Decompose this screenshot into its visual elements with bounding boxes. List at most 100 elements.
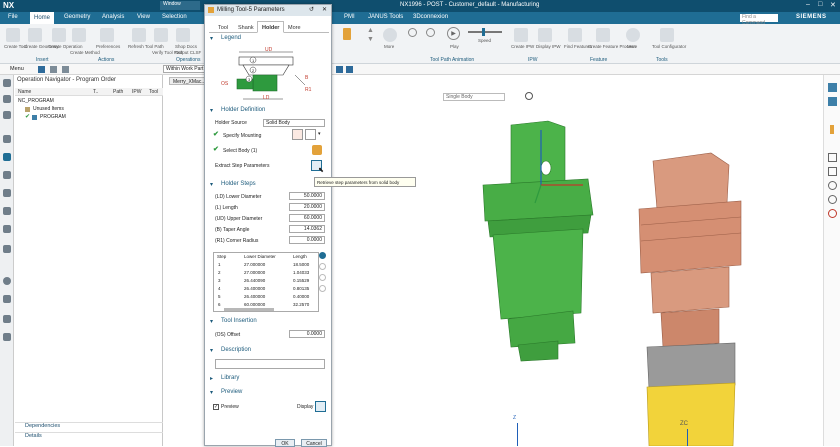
table-row-3-step[interactable]: 3 [218,278,221,283]
menu-view[interactable]: View [137,14,150,20]
scope-filter[interactable]: Within Work Part [163,65,205,73]
lower-diameter-input[interactable]: 50.0000 [289,192,325,200]
preview-checkbox[interactable]: ✓ [213,404,219,410]
column-toolchange[interactable]: T.. [93,89,98,95]
table-header-lower-diameter[interactable]: Lower Diameter [244,254,276,259]
create-method-button[interactable] [72,28,86,42]
table-row-5-length[interactable]: 0.40000 [293,294,309,299]
magnet-icon[interactable] [62,66,69,73]
legend-section[interactable]: Legend [221,35,241,41]
table-row-1-length[interactable]: 18.5000 [293,262,309,267]
assembly-navigator-icon[interactable] [3,95,11,103]
table-row-1-step[interactable]: 1 [218,262,221,267]
holder-definition-toggle[interactable]: ▾ [210,107,213,114]
verify-tool-path-button[interactable] [154,28,168,42]
tab-shank[interactable]: Shank [233,21,259,33]
table-row-4-length[interactable]: 0.80135 [293,286,309,291]
table-row-1-diameter[interactable]: 27.000000 [244,262,265,267]
show-hide-icon[interactable] [828,181,837,190]
orient-view-icon[interactable] [828,83,837,92]
display-ipw-button[interactable] [538,28,552,42]
table-row-5-step[interactable]: 5 [218,294,221,299]
selection-filter-icon[interactable] [38,66,45,73]
table-row-3-diameter[interactable]: 26.440090 [244,278,265,283]
menu-janus-tools[interactable]: JANUS Tools [368,14,403,20]
column-tool[interactable]: Tool [149,89,158,95]
speed-slider-thumb[interactable] [482,28,485,36]
corner-radius-input[interactable]: 0.0000 [289,236,325,244]
table-header-step[interactable]: Step [217,254,226,259]
table-row-2-step[interactable]: 2 [218,270,221,275]
step-forward-icon[interactable] [426,28,435,37]
mounting-dropdown-icon[interactable]: ▾ [318,131,321,137]
view-icon[interactable] [346,66,353,73]
table-row-2-length[interactable]: 1.04033 [293,270,309,275]
tab-holder[interactable]: Holder [257,21,285,33]
tool-path-icon[interactable] [343,28,351,40]
column-name[interactable]: Name [18,89,31,95]
reset-icon[interactable]: ↺ [309,6,314,13]
menu-dropdown[interactable]: Menu [10,66,24,72]
holder-steps-section[interactable]: Holder Steps [221,181,256,187]
tool-icon[interactable] [830,125,834,134]
roles-icon[interactable] [3,333,11,341]
tab-more[interactable]: More [283,21,306,33]
wcs-icon[interactable] [828,97,837,106]
holder-steps-toggle[interactable]: ▾ [210,181,213,188]
more-button[interactable] [383,28,397,42]
tree-row-unused-items[interactable]: Unused Items [33,106,64,112]
length-input[interactable]: 20.0000 [289,203,325,211]
play-circle-icon[interactable] [828,209,837,218]
legend-section-toggle[interactable]: ▾ [210,35,213,42]
description-section[interactable]: Description [221,347,251,353]
tool-configurator-button[interactable] [660,28,674,42]
refresh-tool-path-button[interactable] [132,28,146,42]
window-menu[interactable]: Window [160,1,200,10]
holder-model[interactable] [482,120,594,362]
play-button[interactable]: ▶ [447,27,460,40]
part-history-icon[interactable] [3,135,11,143]
minimize-icon[interactable]: – [806,1,810,8]
menu-pmi[interactable]: PMI [344,14,355,20]
preview-toggle[interactable]: ▾ [210,389,213,396]
tab-tool[interactable]: Tool [213,21,233,33]
maximize-icon[interactable]: □ [818,1,822,8]
move-up-icon[interactable] [319,274,326,281]
create-tool-button[interactable] [6,28,20,42]
display-button[interactable] [315,401,326,412]
copper-workpiece[interactable] [638,152,742,348]
body-select-icon[interactable] [312,145,322,155]
machine-navigator-icon[interactable] [3,171,11,179]
shop-docs-button[interactable] [176,28,190,42]
operation-navigator-icon[interactable] [3,153,11,161]
hd3d-tools-icon[interactable] [3,225,11,233]
find-features-button[interactable] [568,28,582,42]
remove-step-icon[interactable] [319,263,326,270]
menu-analysis[interactable]: Analysis [102,14,124,20]
tool-insertion-section[interactable]: Tool Insertion [221,318,257,324]
description-toggle[interactable]: ▾ [210,347,213,354]
create-operation-button[interactable] [52,28,66,42]
menu-home[interactable]: Home [30,12,55,24]
csys-dialog-icon[interactable] [305,129,316,140]
create-geometry-button[interactable] [28,28,42,42]
create-feature-process-button[interactable] [596,28,610,42]
close-icon[interactable]: ✕ [830,1,836,9]
down-arrow-icon[interactable]: ▼ [367,36,374,43]
description-input[interactable] [215,359,325,369]
dialog-close-icon[interactable]: ✕ [322,6,327,13]
menu-geometry[interactable]: Geometry [64,14,90,20]
menu-selection[interactable]: Selection [162,14,187,20]
create-ipw-button[interactable] [514,28,528,42]
table-row-4-diameter[interactable]: 26.400000 [244,286,265,291]
table-row-5-diameter[interactable]: 26.400000 [244,294,265,299]
table-scrollbar[interactable] [224,308,274,311]
table-row-6-length[interactable]: 32.2570 [293,302,309,307]
menu-3dconnexion[interactable]: 3Dconnexion [413,14,448,20]
constraint-navigator-icon[interactable] [3,111,11,119]
tree-row-nc-program[interactable]: NC_PROGRAM [18,98,54,104]
up-arrow-icon[interactable]: ▲ [367,27,374,34]
eye-icon[interactable] [828,195,837,204]
table-row-4-step[interactable]: 4 [218,286,221,291]
table-row-6-diameter[interactable]: 60.000000 [244,302,265,307]
